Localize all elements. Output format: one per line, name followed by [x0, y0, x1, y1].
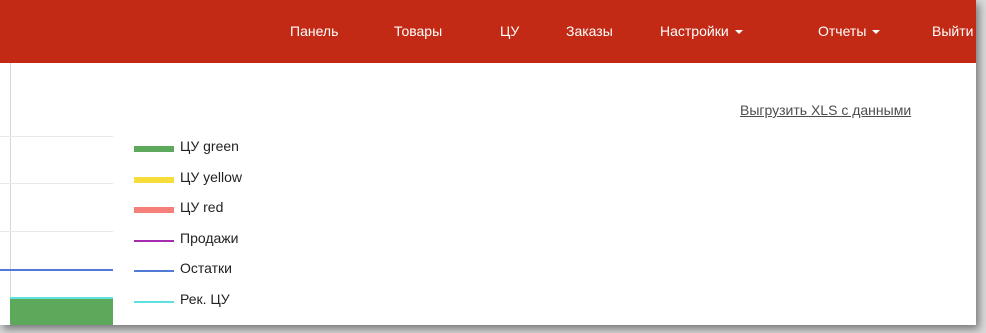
- legend-label: ЦУ green: [180, 138, 239, 154]
- nav-item-panel[interactable]: Панель: [290, 0, 338, 63]
- nav-item-cu[interactable]: ЦУ: [500, 0, 519, 63]
- nav-item-products[interactable]: Товары: [394, 0, 442, 63]
- caret-down-icon: [872, 30, 881, 34]
- nav-item-logout[interactable]: Выйти: [932, 0, 973, 63]
- chart-gridline: [0, 136, 113, 137]
- legend-swatch-remains: [134, 270, 174, 272]
- legend-swatch-red: [134, 207, 174, 213]
- legend-label: Продажи: [180, 229, 239, 246]
- chart-series-green-area: [10, 299, 113, 325]
- legend-label: ЦУ yellow: [180, 168, 243, 185]
- legend-swatch-recommended: [134, 300, 174, 303]
- nav-item-settings-label: Настройки: [660, 23, 729, 39]
- caret-down-icon: [734, 30, 743, 34]
- legend-swatch-sales: [134, 239, 174, 242]
- legend-swatch-yellow: [134, 176, 174, 183]
- chart-area: [0, 63, 120, 325]
- legend-swatch-green: [134, 146, 174, 152]
- chart-axis-line: [10, 63, 11, 325]
- legend-label: ЦУ red: [180, 199, 224, 215]
- chart-gridline: [0, 183, 113, 184]
- nav-item-orders[interactable]: Заказы: [566, 0, 613, 63]
- export-xls-link[interactable]: Выгрузить XLS с данными: [740, 102, 911, 118]
- chart-gridline: [0, 231, 113, 232]
- app-window: Панель Товары ЦУ Заказы Настройки Отчеты…: [0, 0, 976, 325]
- nav-item-reports-dropdown[interactable]: Отчеты: [818, 0, 881, 63]
- top-navbar: Панель Товары ЦУ Заказы Настройки Отчеты…: [0, 0, 976, 63]
- legend-label: Рек. ЦУ: [180, 290, 230, 307]
- chart-series-remains-line: [0, 269, 113, 271]
- legend-label: Остатки: [180, 260, 232, 276]
- nav-item-reports-label: Отчеты: [818, 23, 867, 39]
- nav-item-settings-dropdown[interactable]: Настройки: [660, 0, 743, 63]
